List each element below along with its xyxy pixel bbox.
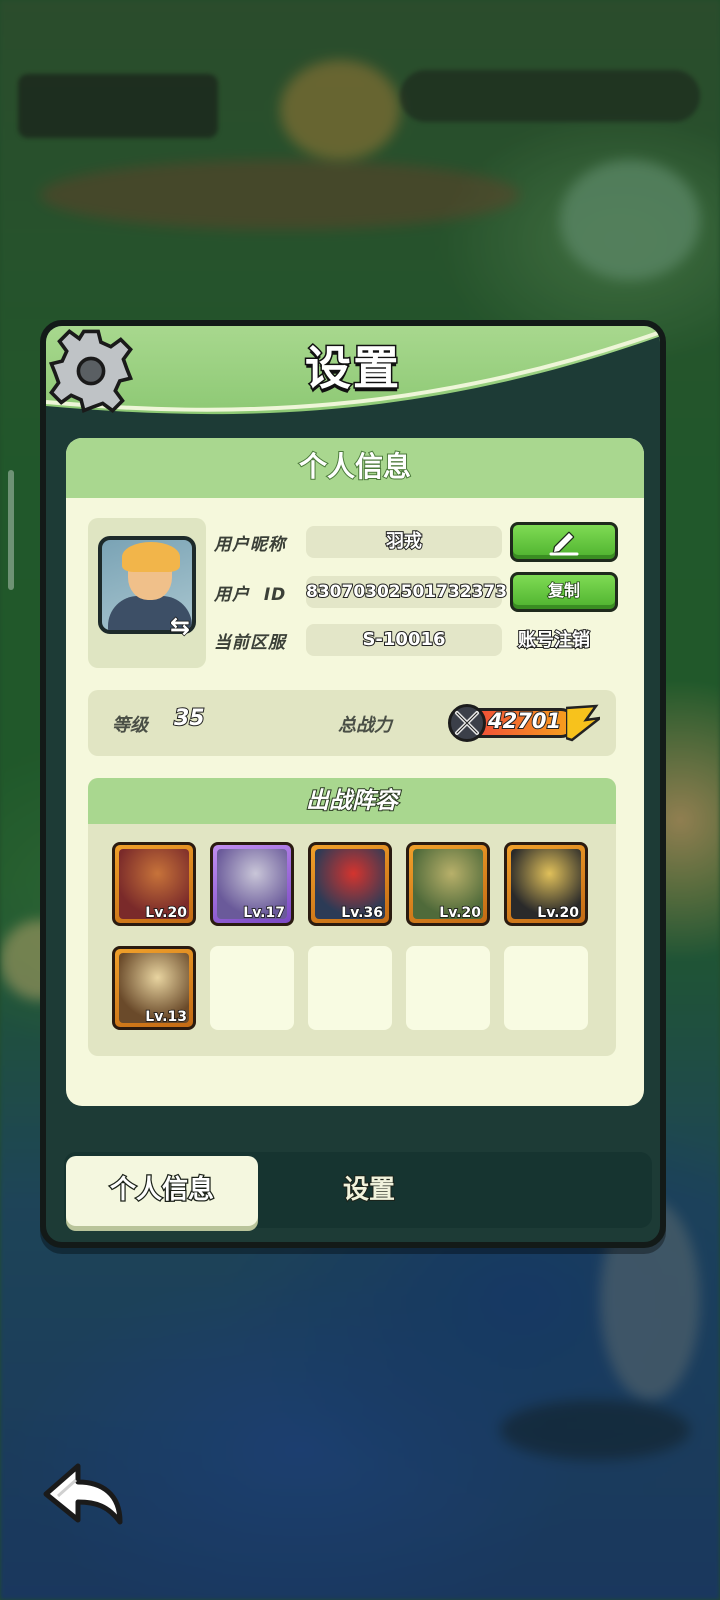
deregister-account-link[interactable]: 账号注销 xyxy=(517,626,591,652)
user-id-value: 83070302501732373 xyxy=(305,576,508,608)
stats-row: 等级 35 总战力 42701 xyxy=(88,690,616,756)
hero-slot[interactable]: Lv.20 xyxy=(504,842,588,926)
profile-info: ⇆ 用户昵称 羽戎 用户 ID 83070302501732373 复制 当前区… xyxy=(88,518,618,668)
profile-section-header: 个人信息 xyxy=(66,438,644,498)
power-value: 42701 xyxy=(487,708,562,734)
flame-tail-icon xyxy=(566,704,600,742)
server-label: 当前区服 xyxy=(214,633,286,653)
nickname-value: 羽戎 xyxy=(306,526,502,558)
tab-settings[interactable]: 设置 xyxy=(294,1156,444,1226)
back-arrow-icon[interactable] xyxy=(36,1460,128,1530)
server-value: S-10016 xyxy=(306,624,502,656)
empty-hero-slot[interactable] xyxy=(210,946,294,1030)
hero-level: Lv.36 xyxy=(341,904,384,922)
level-label: 等级 xyxy=(112,715,148,736)
copy-id-button[interactable]: 复制 xyxy=(510,572,618,612)
swap-avatar-icon[interactable]: ⇆ xyxy=(169,611,200,641)
avatar-frame[interactable]: ⇆ xyxy=(88,518,206,668)
empty-hero-slot[interactable] xyxy=(504,946,588,1030)
tab-profile[interactable]: 个人信息 xyxy=(66,1156,258,1226)
power-badge: 42701 xyxy=(448,704,600,742)
battle-lineup: 出战阵容 Lv.20 Lv.17 Lv.36 Lv.20 Lv.20 Lv.13 xyxy=(88,778,616,1056)
crossed-swords-icon xyxy=(448,704,486,742)
hero-slot[interactable]: Lv.17 xyxy=(210,842,294,926)
power-label: 总战力 xyxy=(338,715,392,736)
hero-level: Lv.20 xyxy=(537,904,580,922)
hero-slot[interactable]: Lv.20 xyxy=(406,842,490,926)
settings-panel: 设置 个人信息 ⇆ 用户昵称 羽戎 用户 ID 8307030250173237… xyxy=(40,320,666,1248)
user-id-label: 用户 ID xyxy=(214,585,287,605)
empty-hero-slot[interactable] xyxy=(406,946,490,1030)
bottom-tabs: 个人信息 设置 xyxy=(64,1152,652,1228)
panel-title: 设置 xyxy=(304,340,401,397)
hero-slot[interactable]: Lv.36 xyxy=(308,842,392,926)
hero-level: Lv.20 xyxy=(145,904,188,922)
pencil-icon xyxy=(549,531,579,556)
empty-hero-slot[interactable] xyxy=(308,946,392,1030)
hero-slot[interactable]: Lv.20 xyxy=(112,842,196,926)
hero-slot[interactable]: Lv.13 xyxy=(112,946,196,1030)
hero-level: Lv.13 xyxy=(145,1008,188,1026)
level-value: 35 xyxy=(173,705,206,732)
nickname-label: 用户昵称 xyxy=(214,535,286,555)
hero-level: Lv.20 xyxy=(439,904,482,922)
edit-nickname-button[interactable] xyxy=(510,522,618,562)
edge-handle xyxy=(8,470,14,590)
profile-card: 个人信息 ⇆ 用户昵称 羽戎 用户 ID 83070302501732373 复… xyxy=(66,438,644,1106)
lineup-header: 出战阵容 xyxy=(88,778,616,824)
hero-level: Lv.17 xyxy=(243,904,286,922)
panel-header: 设置 xyxy=(46,326,660,418)
